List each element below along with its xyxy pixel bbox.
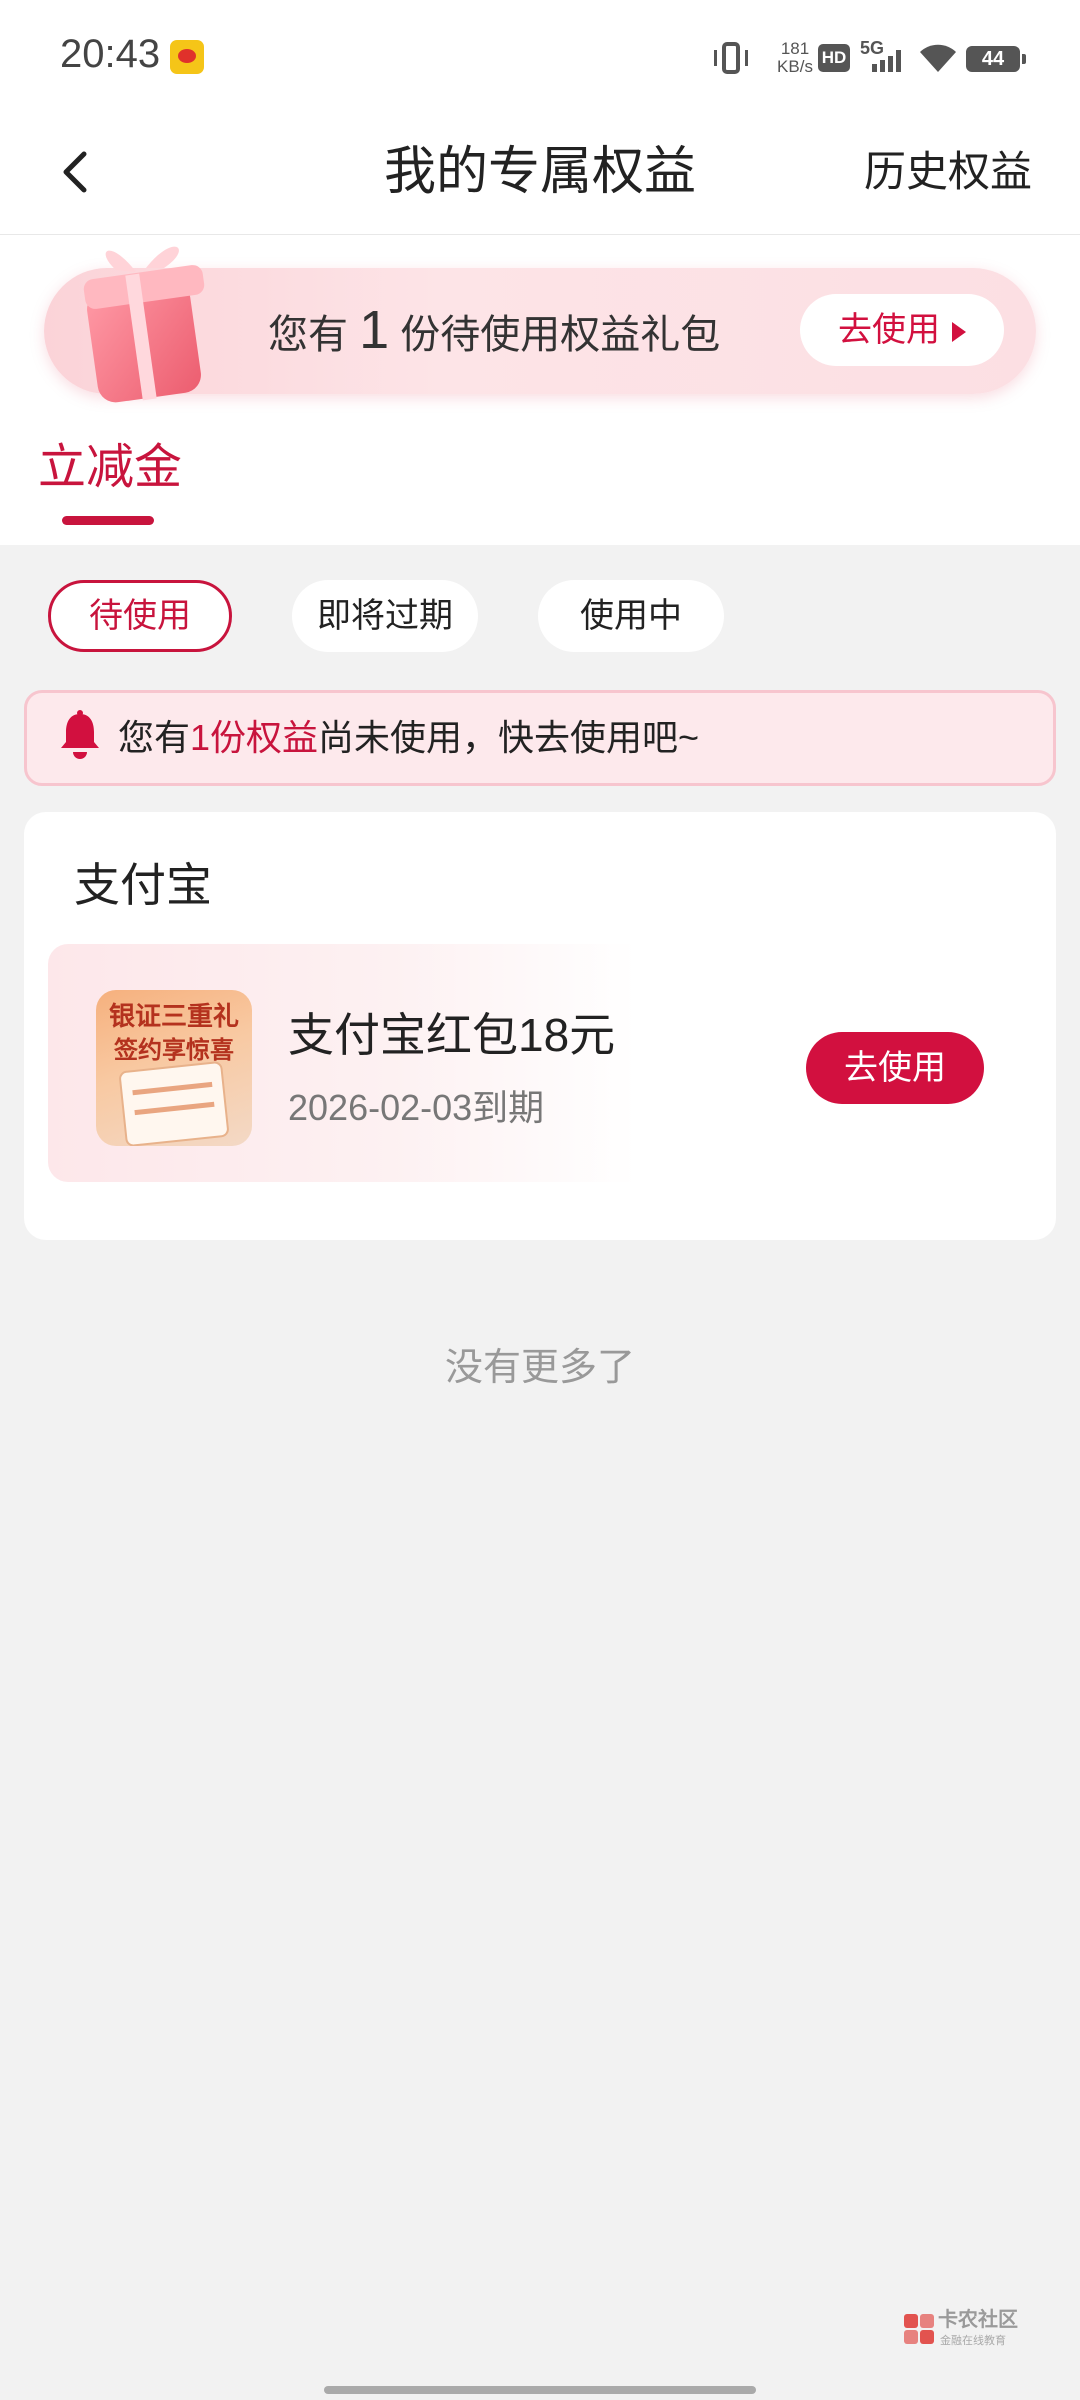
- thumbnail-line-2: 签约享惊喜: [114, 1038, 234, 1064]
- bell-icon: [61, 710, 99, 759]
- signal-icon: [872, 50, 904, 72]
- document-icon: [118, 1060, 230, 1146]
- notice-highlight: 1份权益: [190, 717, 319, 758]
- hd-icon: HD: [818, 44, 850, 72]
- banner-text-after: 份待使用权益礼包: [400, 313, 721, 357]
- provider-title: 支付宝: [74, 859, 212, 911]
- wifi-icon: [920, 44, 956, 72]
- banner-count: 1: [359, 300, 390, 360]
- status-time: 20:43: [60, 32, 161, 76]
- vibrate-icon: [714, 42, 748, 74]
- coupon-use-button[interactable]: 去使用: [806, 1032, 984, 1104]
- network-speed: 181 KB/s: [770, 40, 820, 76]
- coupon-name: 支付宝红包18元: [288, 1009, 616, 1061]
- watermark-title: 卡农社区: [938, 2309, 1018, 2331]
- banner-text-before: 您有: [268, 313, 348, 357]
- notice-text: 您有1份权益尚未使用，快去使用吧~: [118, 708, 699, 768]
- filter-in-use[interactable]: 使用中: [538, 580, 724, 652]
- banner-use-button[interactable]: 去使用: [800, 294, 1004, 366]
- end-of-list-text: 没有更多了: [444, 1347, 635, 1389]
- app-header: 我的专属权益 历史权益: [0, 110, 1080, 235]
- coupon-expiry: 2026-02-03到期: [288, 1087, 545, 1128]
- notice-prefix: 您有: [118, 717, 191, 758]
- filter-expiring-soon[interactable]: 即将过期: [292, 580, 478, 652]
- tab-instant-discount[interactable]: 立减金: [38, 432, 182, 504]
- battery-icon: 44: [966, 46, 1026, 72]
- network-speed-value: 181: [780, 39, 810, 58]
- gift-box-icon: [83, 246, 205, 403]
- history-benefits-link[interactable]: 历史权益: [864, 132, 1032, 212]
- notice-suffix: 尚未使用，快去使用吧~: [318, 717, 700, 758]
- watermark-subtitle: 金融在线教育: [940, 2335, 1006, 2347]
- network-speed-unit: KB/s: [777, 57, 813, 76]
- kanong-logo-icon: [904, 2314, 934, 2344]
- filter-pending[interactable]: 待使用: [48, 580, 232, 652]
- status-bar: 20:43 181 KB/s HD 5G 44: [0, 0, 1080, 110]
- weibo-app-icon: [170, 40, 204, 74]
- play-arrow-icon: [952, 322, 966, 343]
- thumbnail-line-1: 银证三重礼: [108, 1002, 239, 1031]
- banner-use-label: 去使用: [838, 311, 940, 349]
- banner-text: 您有 1 份待使用权益礼包: [268, 300, 720, 365]
- tab-active-indicator: [62, 516, 154, 525]
- home-indicator[interactable]: [324, 2386, 756, 2394]
- coupon-thumbnail: 银证三重礼 签约享惊喜: [96, 990, 252, 1146]
